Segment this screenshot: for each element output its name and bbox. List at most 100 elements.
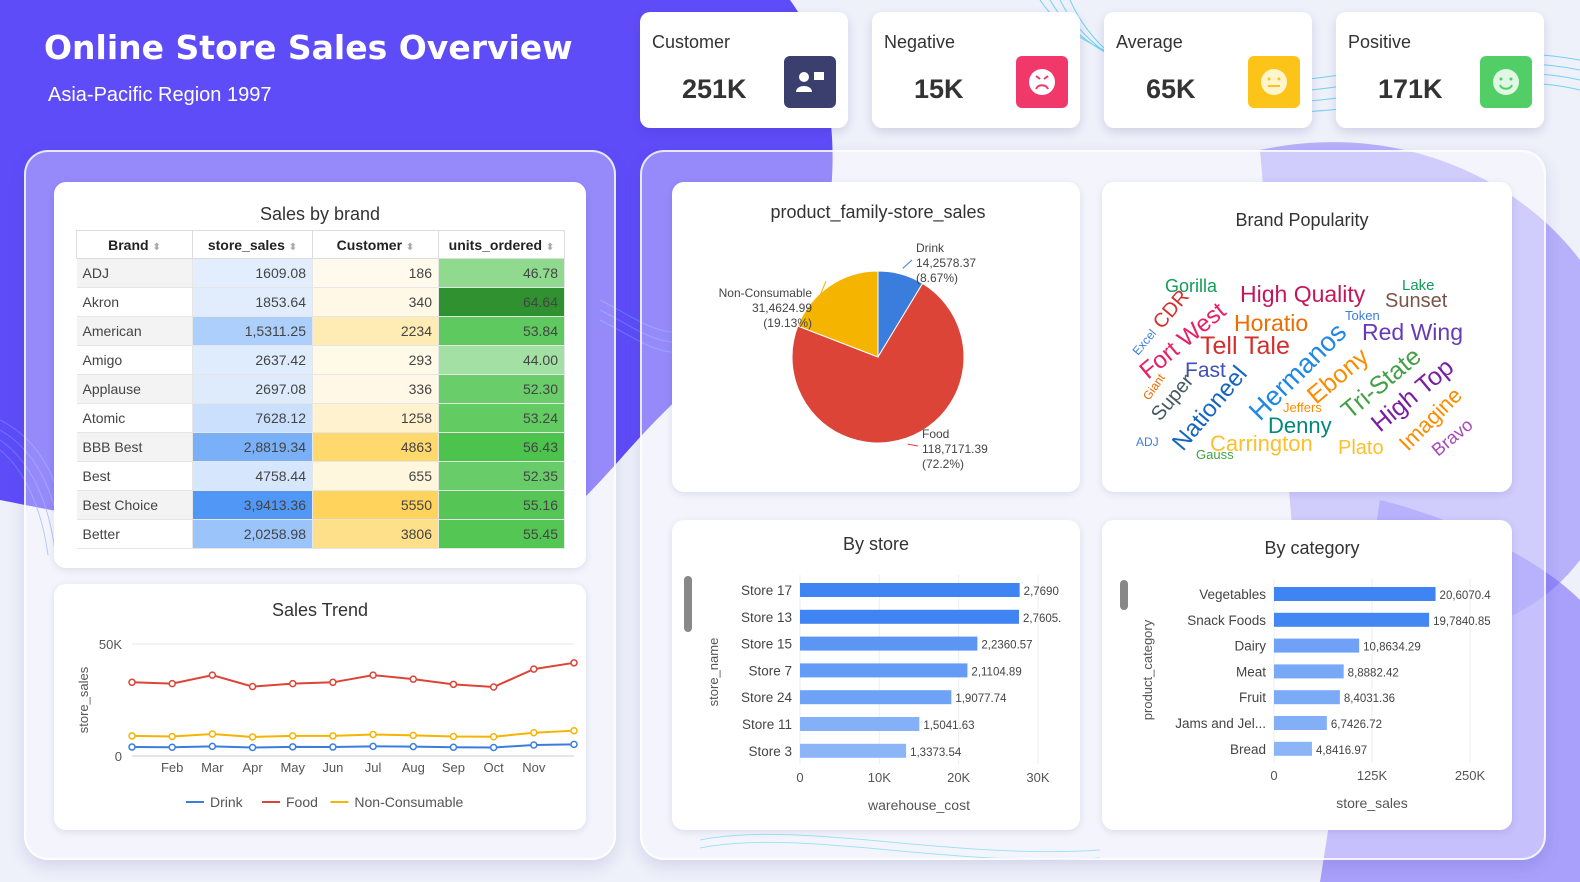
data-point — [288, 732, 297, 740]
table-cell: Applause — [76, 374, 193, 404]
legend-label: Drink — [210, 794, 244, 810]
table-row[interactable]: Applause 2697.08 336 52.30 — [76, 374, 565, 404]
sales-by-brand-card: Sales by brand Brand ⬍ store_sales ⬍ Cus… — [54, 182, 586, 568]
slice-name-label: Food — [922, 427, 949, 441]
table-row[interactable]: BBB Best 2,8819.34 4863 56.43 — [76, 432, 565, 462]
bar[interactable] — [800, 609, 1019, 624]
sales-trend-card: Sales Trend 50K 0 Feb Mar Apr May Jun Jul Aug Sep O… — [54, 584, 586, 830]
bar-value-label: 1,3373.54 — [910, 747, 962, 759]
bar[interactable] — [1274, 690, 1340, 705]
table-cell: 52.30 — [438, 374, 565, 404]
category-label: Store 3 — [748, 744, 792, 759]
x-tick-label: Aug — [402, 760, 425, 775]
chart-title: By category — [1264, 538, 1359, 558]
bar[interactable] — [1274, 638, 1360, 653]
bar[interactable] — [800, 636, 978, 651]
data-point — [168, 679, 176, 688]
column-header[interactable]: units_ordered ⬍ — [438, 230, 565, 259]
table-cell: American — [76, 316, 193, 346]
bar[interactable] — [800, 717, 920, 731]
category-label: Fruit — [1239, 690, 1266, 705]
scrollbar-handle[interactable] — [1120, 580, 1128, 610]
word-cloud-item[interactable]: High Quality — [1240, 281, 1366, 307]
data-point — [449, 743, 458, 752]
column-header[interactable]: Brand ⬍ — [76, 230, 193, 259]
slice-name-label: Non-Consumable — [719, 286, 813, 300]
data-point — [570, 740, 578, 749]
x-tick-label: 0 — [1270, 768, 1277, 783]
kpi-label: Negative — [884, 32, 956, 52]
x-tick-label: 10K — [868, 770, 891, 785]
data-point — [288, 743, 297, 751]
scrollbar-handle[interactable] — [684, 576, 692, 632]
bar-value-label: 1,5041.63 — [923, 720, 974, 732]
table-row[interactable]: Best Choice 3,9413.36 5550 55.16 — [76, 490, 565, 520]
table-row[interactable]: Akron 1853.64 340 64.64 — [76, 287, 565, 317]
sad-face-icon — [1016, 56, 1068, 108]
bar[interactable] — [1274, 716, 1327, 730]
data-point — [409, 675, 418, 683]
table-row[interactable]: Amigo 2637.42 293 44.00 — [76, 345, 565, 375]
kpi-value: 15K — [914, 74, 964, 104]
by-category-bar-chart: By category 0 125K 250K Vegetables 20,6070.4 S… — [1140, 538, 1492, 811]
table-cell: 1258 — [312, 403, 439, 433]
bar[interactable] — [800, 743, 907, 758]
word-cloud-item[interactable]: ADJ — [1136, 435, 1159, 449]
data-point — [530, 665, 538, 673]
table-cell: 2637.42 — [192, 345, 313, 375]
data-point — [530, 741, 538, 749]
table-cell: 1609.08 — [192, 258, 313, 288]
data-point — [208, 730, 217, 738]
bar[interactable] — [1274, 664, 1344, 679]
legend-label: Non-Consumable — [354, 794, 463, 810]
brand-popularity-card: Brand Popularity Gorilla High Quality Lake S… — [1102, 182, 1512, 492]
table-cell: 3806 — [312, 519, 439, 549]
data-point — [248, 682, 257, 691]
x-axis-label: store_sales — [1336, 795, 1408, 811]
x-tick-label: Oct — [484, 760, 505, 775]
card-title: Sales by brand — [259, 204, 381, 224]
column-header[interactable]: store_sales ⬍ — [192, 230, 313, 259]
bar[interactable] — [800, 583, 1020, 597]
y-axis-label: store_sales — [76, 666, 91, 733]
category-label: Store 17 — [741, 583, 792, 598]
bar-value-label: 8,4031.36 — [1344, 693, 1395, 705]
word-cloud-item[interactable]: Plato — [1338, 437, 1384, 459]
table-cell: 55.45 — [438, 519, 565, 549]
bar[interactable] — [800, 690, 952, 705]
series-line — [131, 661, 575, 689]
table-cell: 53.24 — [438, 403, 565, 433]
slice-name-label: Drink — [916, 241, 945, 255]
table-row[interactable]: Better 2,0258.98 3806 55.45 — [76, 519, 565, 549]
word-cloud-item[interactable]: Gauss — [1196, 447, 1234, 462]
table-cell: 4863 — [312, 432, 439, 462]
bar[interactable] — [800, 663, 968, 678]
bar-value-label: 20,6070.4 — [1440, 590, 1492, 602]
chart-title: product_family-store_sales — [770, 202, 985, 223]
table-cell: 53.84 — [438, 316, 565, 346]
x-tick-label: 0 — [796, 770, 803, 785]
table-cell: 7628.12 — [192, 403, 313, 433]
column-header[interactable]: Customer ⬍ — [312, 230, 439, 259]
table-row[interactable]: ADJ 1609.08 186 46.78 — [76, 258, 565, 288]
bar[interactable] — [1274, 587, 1436, 601]
table-cell: ADJ — [76, 258, 193, 288]
bar-value-label: 2,7690 — [1024, 586, 1059, 598]
category-label: Snack Foods — [1187, 613, 1266, 628]
bar[interactable] — [1274, 612, 1430, 627]
bar[interactable] — [1274, 741, 1312, 756]
word-cloud-item[interactable]: Tell Tale — [1200, 332, 1290, 360]
category-label: Store 24 — [741, 690, 793, 705]
table-cell: 340 — [312, 287, 439, 317]
word-cloud-item[interactable]: Red Wing — [1362, 319, 1463, 345]
series-line — [131, 743, 575, 749]
table-cell: 2697.08 — [192, 374, 313, 404]
product-family-card: product_family-store_sales Drink 14,2578.3… — [672, 182, 1080, 492]
table-cell: 2,0258.98 — [192, 519, 313, 549]
sort-icon: ⬍ — [288, 241, 298, 253]
data-point — [248, 733, 257, 741]
table-row[interactable]: American 1,5311.25 2234 53.84 — [76, 316, 565, 346]
table-row[interactable]: Best 4758.44 655 52.35 — [76, 461, 565, 491]
table-row[interactable]: Atomic 7628.12 1258 53.24 — [76, 403, 565, 433]
word-cloud-item[interactable]: Sunset — [1385, 290, 1448, 312]
